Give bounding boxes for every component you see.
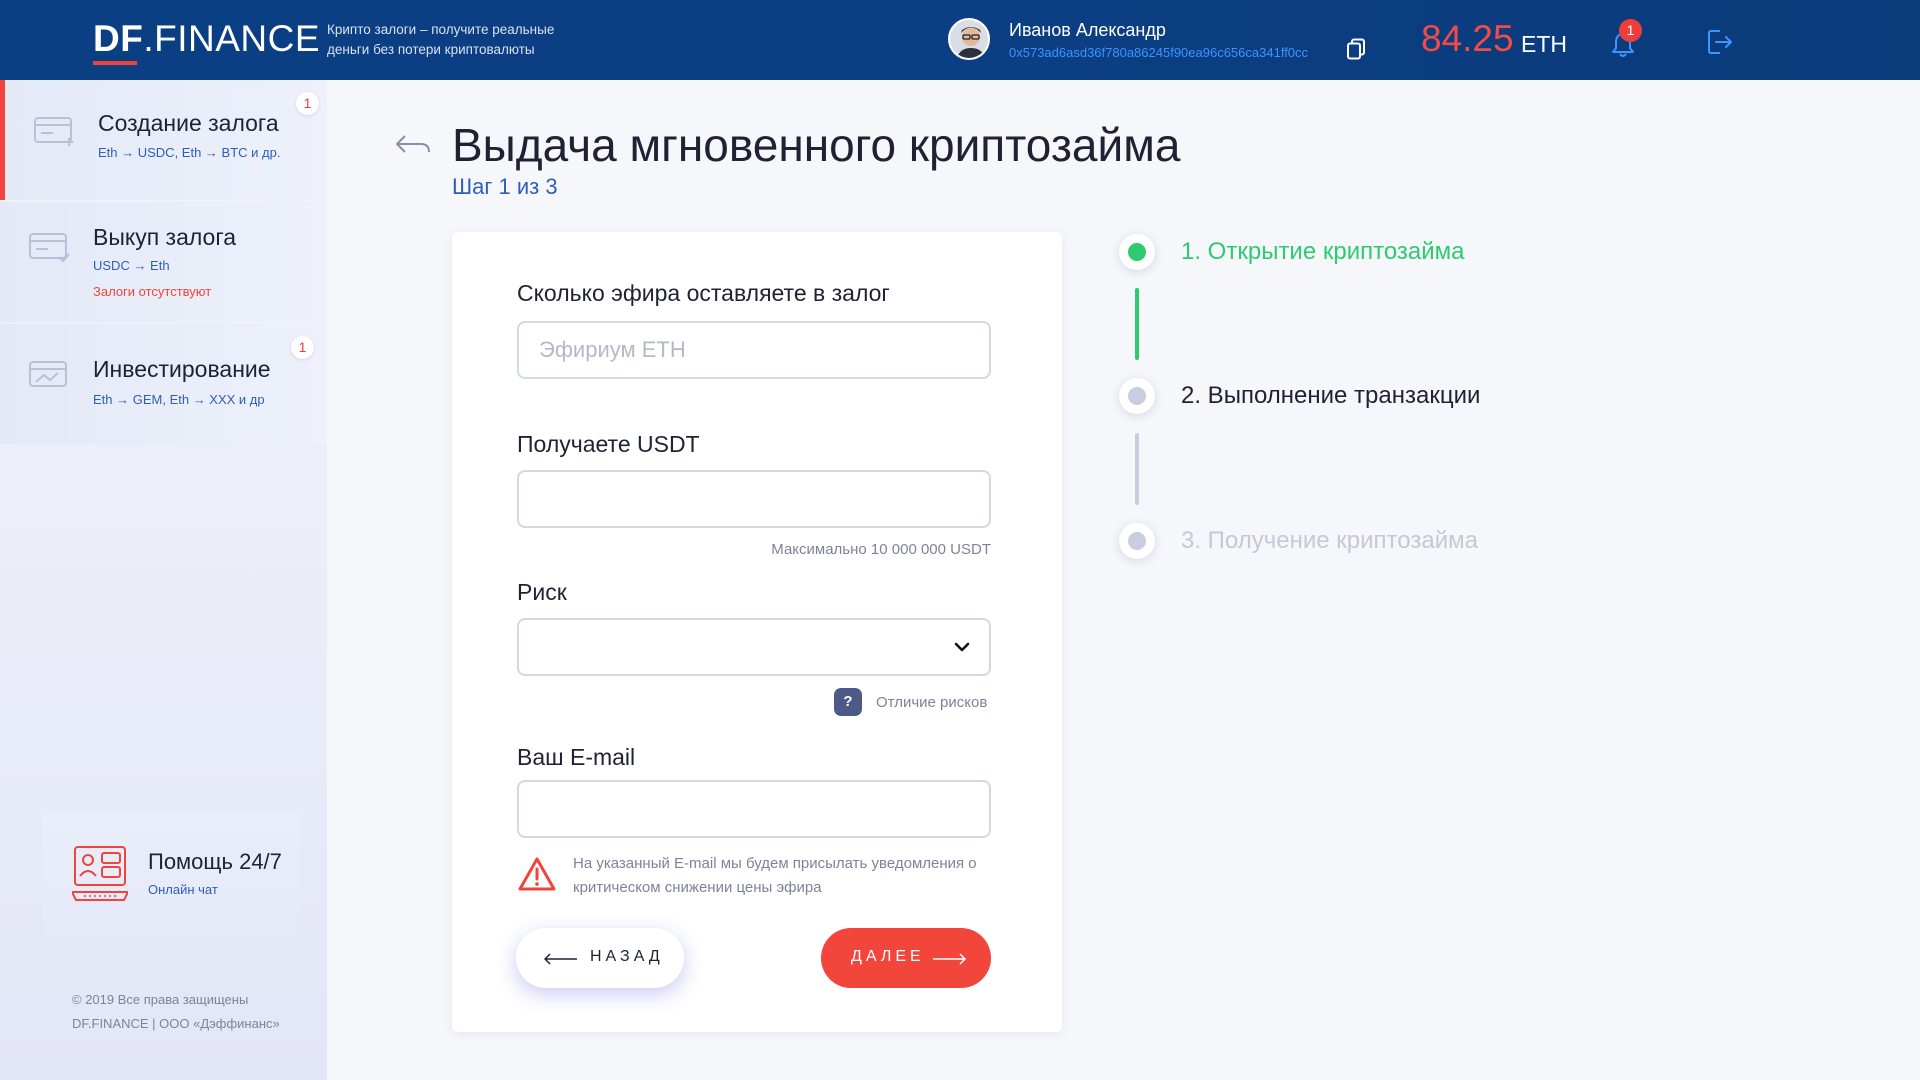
sidebar-item-create-collateral[interactable]: Создание залога Eth → USDC, Eth → BTC и … (0, 80, 327, 200)
balance-unit: ETH (1521, 31, 1567, 57)
risk-select[interactable] (517, 618, 991, 676)
sidebar-item-subtitle: Eth → GEM, Eth → XXX и др (93, 392, 265, 407)
sidebar-item-subtitle: Eth → USDC, Eth → BTC и др. (98, 145, 281, 160)
user-name: Иванов Александр (1009, 20, 1166, 40)
wallet-address[interactable]: 0x573ad6asd36f780a86245f90ea96c656ca341f… (1009, 45, 1308, 60)
eth-amount-input[interactable] (517, 321, 991, 379)
sidebar-item-investing[interactable]: Инвестирование Eth → GEM, Eth → XXX и др… (0, 324, 327, 444)
next-button[interactable]: ДАЛЕЕ (821, 928, 991, 988)
sidebar-item-badge: 1 (296, 92, 319, 115)
risk-label: Риск (517, 579, 567, 605)
step-indicator-1 (1119, 234, 1155, 270)
next-button-label: ДАЛЕЕ (851, 948, 925, 965)
sidebar-item-warning: Залоги отсутствуют (93, 284, 212, 299)
sidebar: Создание залога Eth → USDC, Eth → BTC и … (0, 80, 327, 1080)
page-title: Выдача мгновенного криптозайма (452, 119, 1181, 171)
step-dot-pending (1128, 387, 1146, 405)
usdt-amount-input[interactable] (517, 470, 991, 528)
help-chat-card[interactable]: Помощь 24/7 Онлайн чат (42, 812, 300, 942)
notification-badge: 1 (1619, 19, 1642, 42)
step-indicator-3 (1119, 523, 1155, 559)
user-avatar-icon (950, 20, 988, 58)
card-check-icon (28, 230, 72, 264)
sidebar-item-title: Инвестирование (93, 356, 271, 382)
sidebar-item-badge: 1 (291, 336, 314, 359)
step-dot-pending (1128, 532, 1146, 550)
back-button[interactable]: НАЗАД (516, 928, 684, 988)
tagline: Крипто залоги – получите реальные деньги… (327, 22, 555, 57)
step-connector (1135, 288, 1139, 360)
logout-icon[interactable] (1706, 28, 1734, 56)
chevron-down-icon (953, 640, 971, 654)
chart-card-icon (28, 358, 72, 392)
card-add-icon (33, 114, 77, 148)
step-dot-active (1128, 243, 1146, 261)
help-subtitle: Онлайн чат (148, 882, 218, 897)
eth-amount-label: Сколько эфира оставляете в залог (517, 280, 890, 306)
avatar[interactable] (948, 18, 990, 60)
help-title: Помощь 24/7 (148, 849, 282, 874)
step-indicator-2 (1119, 378, 1155, 414)
sidebar-item-buyback[interactable]: Выкуп залога USDC → Eth Залоги отсутству… (0, 202, 327, 322)
back-arrow-icon[interactable] (395, 134, 431, 156)
copyright-line: DF.FINANCE | ООО «Дэффинанс» (72, 1016, 280, 1031)
logo-finance: .FINANCE (143, 18, 321, 59)
copy-icon[interactable] (1346, 38, 1366, 60)
risk-difference-text: Отличие рисков (876, 694, 988, 711)
arrow-right-icon (932, 952, 967, 965)
copyright-line: © 2019 Все права защищены (72, 992, 249, 1007)
top-header: DF.FINANCE Крипто залоги – получите реал… (0, 0, 1920, 80)
step-label-2: 2. Выполнение транзакции (1181, 382, 1481, 409)
warning-icon (517, 856, 557, 892)
step-label-1: 1. Открытие криптозайма (1181, 238, 1465, 265)
support-chat-icon (70, 844, 130, 904)
sidebar-item-title: Создание залога (98, 110, 279, 136)
loan-form-card: Сколько эфира оставляете в залог Получае… (452, 232, 1062, 1032)
question-icon: ? (834, 688, 862, 716)
sidebar-item-title: Выкуп залога (93, 224, 237, 250)
logo[interactable]: DF.FINANCE (93, 18, 320, 60)
arrow-left-icon (543, 952, 578, 965)
sidebar-item-subtitle: USDC → Eth (93, 258, 170, 273)
back-button-label: НАЗАД (590, 948, 664, 965)
usdt-max-hint: Максимально 10 000 000 USDT (771, 541, 991, 558)
balance-value: 84.25 (1421, 18, 1514, 59)
email-warning-text: На указанный E-mail мы будем присылать у… (573, 855, 977, 896)
usdt-amount-label: Получаете USDT (517, 431, 700, 457)
email-field[interactable] (517, 780, 991, 838)
copyright: © 2019 Все права защищены DF.FINANCE | О… (72, 988, 280, 1036)
email-label: Ваш E-mail (517, 744, 636, 770)
step-connector (1135, 433, 1139, 505)
step-counter: Шаг 1 из 3 (452, 174, 558, 199)
logo-df: DF (93, 18, 144, 59)
step-label-3: 3. Получение криптозайма (1181, 527, 1478, 554)
